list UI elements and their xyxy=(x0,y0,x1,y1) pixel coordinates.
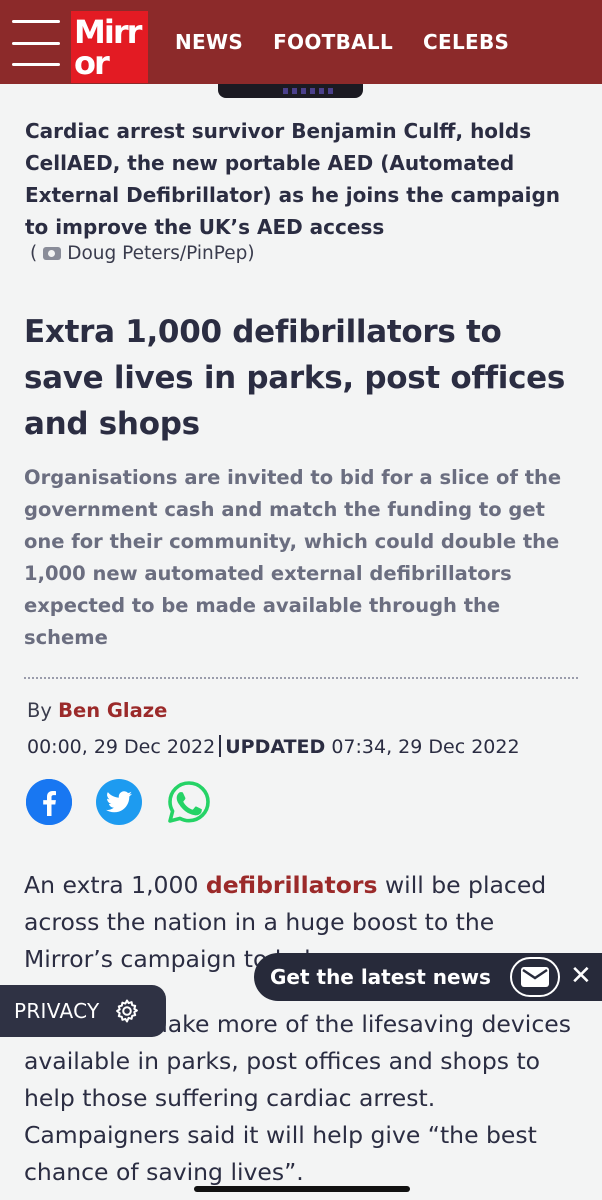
defibrillators-link[interactable]: defibrillators xyxy=(206,871,378,899)
p1-text-before: An extra 1,000 xyxy=(24,871,206,899)
hamburger-menu-icon[interactable] xyxy=(12,20,60,66)
byline: By Ben Glaze xyxy=(27,699,167,722)
newsletter-label: Get the latest news xyxy=(270,965,491,989)
mail-icon xyxy=(521,967,549,987)
logo-line-2: or xyxy=(74,44,110,82)
mirror-logo[interactable]: Mirr or xyxy=(71,11,148,83)
nav-celebs[interactable]: CELEBS xyxy=(423,30,509,54)
image-credit: ( Doug Peters/PinPep) xyxy=(30,243,255,264)
privacy-label: PRIVACY xyxy=(14,999,100,1023)
divider xyxy=(24,677,578,679)
privacy-button[interactable]: PRIVACY xyxy=(0,985,166,1037)
published-time: 00:00, 29 Dec 2022 xyxy=(27,736,216,758)
updated-label: UPDATED xyxy=(225,736,326,758)
main-nav: NEWS FOOTBALL CELEBS xyxy=(175,30,509,54)
nav-news[interactable]: NEWS xyxy=(175,30,243,54)
credit-open-paren: ( xyxy=(30,243,38,264)
facebook-share-button[interactable] xyxy=(26,779,72,825)
newsletter-bar[interactable]: Get the latest news ✕ xyxy=(254,953,602,1001)
gear-icon xyxy=(115,999,138,1023)
twitter-icon xyxy=(106,791,132,813)
camera-icon xyxy=(43,247,62,260)
site-header: Mirr or NEWS FOOTBALL CELEBS xyxy=(0,0,602,84)
whatsapp-icon xyxy=(168,781,210,823)
article-standfirst: Organisations are invited to bid for a s… xyxy=(24,466,562,649)
image-caption: Cardiac arrest survivor Benjamin Culff, … xyxy=(25,119,561,239)
article-headline: Extra 1,000 defibrillators to save lives… xyxy=(24,314,566,442)
updated-time: 07:34, 29 Dec 2022 xyxy=(331,736,520,758)
lead-image xyxy=(0,84,602,98)
close-icon[interactable]: ✕ xyxy=(570,961,592,991)
byline-prefix: By xyxy=(27,699,59,722)
nav-football[interactable]: FOOTBALL xyxy=(273,30,393,54)
newsletter-mail-button[interactable] xyxy=(510,957,560,997)
author-link[interactable]: Ben Glaze xyxy=(58,699,167,722)
whatsapp-share-button[interactable] xyxy=(166,779,212,825)
twitter-share-button[interactable] xyxy=(96,779,142,825)
home-indicator[interactable] xyxy=(194,1186,410,1192)
credit-text: Doug Peters/PinPep) xyxy=(67,243,255,264)
facebook-icon xyxy=(26,779,72,825)
article-dates: 00:00, 29 Dec 2022 UPDATED 07:34, 29 Dec … xyxy=(27,735,520,758)
